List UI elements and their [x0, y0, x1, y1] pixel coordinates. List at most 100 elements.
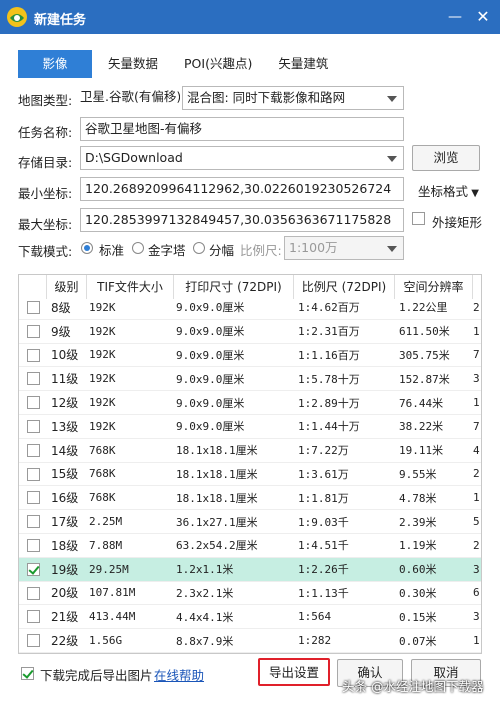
print-size-cell: 2.3x2.1米	[176, 586, 234, 600]
level-cell: 15级	[51, 467, 79, 482]
mode-pyramid-radio[interactable]	[132, 242, 144, 254]
close-icon[interactable]: ✕	[472, 6, 494, 28]
table-row[interactable]: 12级 192K 9.0x9.0厘米 1:2.89十万 76.44米 1	[19, 391, 481, 415]
task-name-input[interactable]: 谷歌卫星地图-有偏移	[80, 117, 404, 141]
tif-size-cell: 192K	[89, 348, 116, 362]
tab-vector-buildings[interactable]: 矢量建筑	[268, 50, 338, 78]
min-coord-input[interactable]: 120.2689209964112962,30.0226019230526724	[80, 177, 404, 201]
row-checkbox[interactable]	[27, 348, 40, 362]
table-row[interactable]: 15级 768K 18.1x18.1厘米 1:3.61万 9.55米 2	[19, 463, 481, 487]
tif-size-cell: 192K	[89, 324, 116, 338]
resolution-cell: 9.55米	[399, 467, 437, 481]
row-checkbox[interactable]	[27, 396, 40, 410]
scale-cell: 1:4.51千	[298, 539, 349, 553]
level-cell: 8级	[51, 300, 71, 315]
mode-standard-radio[interactable]	[81, 242, 93, 254]
tab-poi[interactable]: POI(兴趣点)	[174, 50, 262, 78]
truncated-cell: 6	[473, 586, 480, 600]
level-cell: 18级	[51, 538, 79, 553]
scale-cell: 1:3.61万	[298, 467, 349, 481]
level-cell: 16级	[51, 491, 79, 506]
export-after-checkbox[interactable]	[21, 667, 34, 680]
table-row[interactable]: 19级 29.25M 1.2x1.1米 1:2.26千 0.60米 3	[19, 557, 481, 582]
print-size-cell: 1.2x1.1米	[176, 563, 234, 577]
outer-rect-checkbox[interactable]	[412, 212, 425, 225]
tif-size-cell: 768K	[89, 443, 116, 457]
tab-imagery[interactable]: 影像	[18, 50, 92, 78]
row-checkbox[interactable]	[27, 562, 40, 576]
resolution-cell: 19.11米	[399, 444, 444, 458]
table-row[interactable]: 8级 192K 9.0x9.0厘米 1:4.62百万 1.22公里 2	[19, 296, 481, 320]
row-checkbox[interactable]	[27, 538, 40, 552]
browse-button[interactable]: 浏览	[412, 145, 480, 171]
resolution-cell: 611.50米	[399, 325, 450, 339]
table-row[interactable]: 17级 2.25M 36.1x27.1厘米 1:9.03千 2.39米 5	[19, 510, 481, 534]
watermark-text: 头条 @水经注地图下载器	[342, 679, 484, 694]
online-help-link[interactable]: 在线帮助	[154, 665, 204, 684]
row-check-cell	[19, 439, 47, 462]
row-checkbox[interactable]	[27, 515, 40, 529]
table-row[interactable]: 13级 192K 9.0x9.0厘米 1:1.44十万 38.22米 7	[19, 415, 481, 439]
level-cell: 9级	[51, 324, 71, 339]
row-check-cell	[19, 605, 47, 628]
resolution-cell: 38.22米	[399, 420, 444, 434]
row-checkbox[interactable]	[27, 634, 40, 648]
level-cell: 12级	[51, 396, 79, 411]
tif-size-cell: 768K	[89, 467, 116, 481]
row-checkbox[interactable]	[27, 324, 40, 338]
scale-cell: 1:1.44十万	[298, 420, 360, 434]
row-check-cell	[19, 582, 47, 605]
scale-select[interactable]: 1:100万	[284, 236, 404, 260]
table-row[interactable]: 10级 192K 9.0x9.0厘米 1:1.16百万 305.75米 7	[19, 344, 481, 368]
level-cell: 19级	[51, 562, 79, 577]
row-checkbox[interactable]	[27, 491, 40, 505]
row-checkbox[interactable]	[27, 301, 40, 314]
table-row[interactable]: 20级 107.81M 2.3x2.1米 1:1.13千 0.30米 6	[19, 582, 481, 606]
row-checkbox[interactable]	[27, 467, 40, 481]
minimize-icon[interactable]: —	[444, 6, 466, 28]
table-row[interactable]: 22级 1.56G 8.8x7.9米 1:282 0.07米 1	[19, 629, 481, 653]
storage-dir-value: D:\SGDownload	[85, 150, 183, 165]
mode-sheet-radio[interactable]	[193, 242, 205, 254]
truncated-cell: 2	[473, 467, 480, 481]
truncated-cell: 1	[473, 634, 480, 648]
row-checkbox[interactable]	[27, 443, 40, 457]
row-check-cell	[19, 463, 47, 486]
truncated-cell: 2	[473, 300, 480, 314]
tif-size-cell: 192K	[89, 372, 116, 386]
tif-size-cell: 192K	[89, 396, 116, 410]
row-check-cell	[19, 320, 47, 343]
resolution-cell: 0.30米	[399, 586, 437, 600]
row-check-cell	[19, 558, 47, 581]
resolution-cell: 0.60米	[399, 563, 437, 577]
row-check-cell	[19, 367, 47, 390]
tif-size-cell: 413.44M	[89, 610, 136, 624]
row-checkbox[interactable]	[27, 372, 40, 386]
table-row[interactable]: 21级 413.44M 4.4x4.1米 1:564 0.15米 3	[19, 605, 481, 630]
print-size-cell: 18.1x18.1厘米	[176, 467, 258, 481]
level-cell: 14级	[51, 443, 79, 458]
map-mode-select[interactable]: 混合图: 同时下载影像和路网	[182, 86, 404, 110]
coord-format-button[interactable]: 坐标格式 ▼	[418, 181, 479, 200]
export-settings-button[interactable]: 导出设置	[258, 658, 330, 686]
truncated-cell: 1	[473, 396, 480, 410]
table-row[interactable]: 16级 768K 18.1x18.1厘米 1:1.81万 4.78米 1	[19, 486, 481, 511]
print-size-cell: 18.1x18.1厘米	[176, 444, 258, 458]
mode-sheet-label: 分幅	[209, 243, 235, 258]
row-checkbox[interactable]	[27, 586, 40, 600]
truncated-cell: 5	[473, 515, 480, 529]
row-checkbox[interactable]	[27, 610, 40, 624]
tab-vector-data[interactable]: 矢量数据	[98, 50, 168, 78]
table-row[interactable]: 14级 768K 18.1x18.1厘米 1:7.22万 19.11米 4	[19, 439, 481, 463]
table-row[interactable]: 11级 192K 9.0x9.0厘米 1:5.78十万 152.87米 3	[19, 367, 481, 392]
max-coord-input[interactable]: 120.2853997132849457,30.0356363671175828	[80, 208, 404, 232]
level-cell: 11级	[51, 372, 79, 387]
tab-bar: 影像 矢量数据 POI(兴趣点) 矢量建筑	[18, 50, 344, 78]
dropdown-triangle-icon: ▼	[468, 188, 479, 199]
storage-dir-select[interactable]: D:\SGDownload	[80, 146, 404, 170]
level-cell: 17级	[51, 515, 79, 530]
table-row[interactable]: 9级 192K 9.0x9.0厘米 1:2.31百万 611.50米 1	[19, 320, 481, 344]
table-row[interactable]: 18级 7.88M 63.2x54.2厘米 1:4.51千 1.19米 2	[19, 534, 481, 558]
row-checkbox[interactable]	[27, 419, 40, 433]
row-check-cell	[19, 629, 47, 652]
